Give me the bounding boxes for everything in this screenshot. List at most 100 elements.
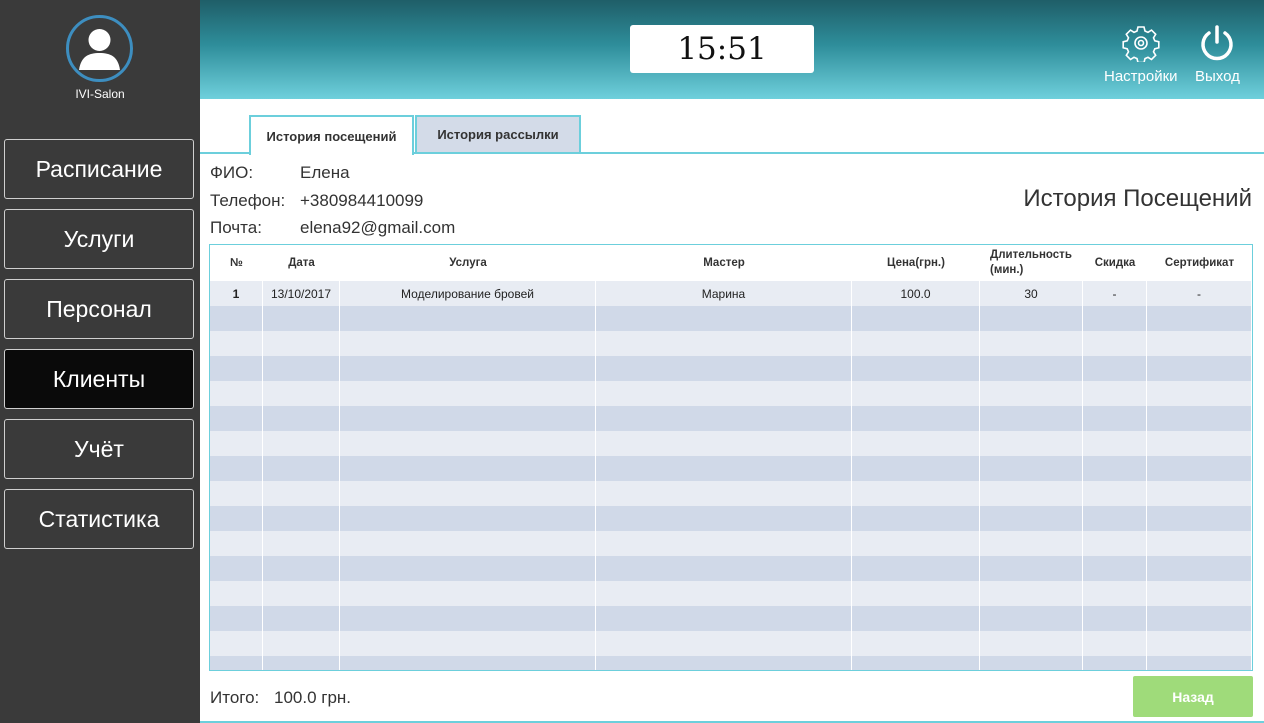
table-cell (1083, 506, 1147, 531)
table-cell: Марина (596, 281, 852, 306)
table-cell (596, 306, 852, 331)
table-row[interactable]: 1 13/10/2017 Моделирование бровей Марина 100… (210, 281, 1252, 306)
table-row[interactable] (210, 331, 1252, 356)
table-cell (852, 581, 980, 606)
table-cell (210, 481, 263, 506)
table-cell (263, 556, 340, 581)
table-cell (1083, 631, 1147, 656)
table-cell (340, 381, 596, 406)
table-cell (852, 381, 980, 406)
table-cell: 100.0 (852, 281, 980, 306)
table-cell (210, 431, 263, 456)
table-cell (980, 306, 1083, 331)
table-cell: 1 (210, 281, 263, 306)
table-cell (1083, 481, 1147, 506)
table-cell (596, 406, 852, 431)
table-cell (1083, 356, 1147, 381)
exit-label: Выход (1195, 68, 1240, 85)
tab-visit-history[interactable]: История посещений (249, 115, 414, 155)
table-cell (1083, 606, 1147, 631)
table-row[interactable] (210, 381, 1252, 406)
table-row[interactable] (210, 506, 1252, 531)
table-cell (596, 556, 852, 581)
table-cell (263, 431, 340, 456)
table-cell (1147, 431, 1252, 456)
table-cell (596, 356, 852, 381)
table-cell (1147, 456, 1252, 481)
table-cell (852, 656, 980, 670)
tab-mailing-history[interactable]: История рассылки (415, 115, 581, 154)
table-cell (1083, 456, 1147, 481)
table-cell (1147, 631, 1252, 656)
col-header-discount: Скидка (1094, 256, 1136, 269)
table-row[interactable] (210, 456, 1252, 481)
total-label: Итого: (210, 688, 260, 707)
table-cell (340, 606, 596, 631)
table-cell (980, 606, 1083, 631)
table-row[interactable] (210, 356, 1252, 381)
table-row[interactable] (210, 531, 1252, 556)
table-cell (1147, 606, 1252, 631)
table-cell: 13/10/2017 (263, 281, 340, 306)
table-cell (1147, 356, 1252, 381)
nav-item-staff[interactable]: Персонал (4, 279, 194, 339)
table-cell (980, 406, 1083, 431)
table-cell (340, 631, 596, 656)
sidebar: IVI-Salon Расписание Услуги Персонал Кли… (0, 0, 200, 723)
table-cell (852, 431, 980, 456)
table-cell (1083, 306, 1147, 331)
table-cell (596, 481, 852, 506)
client-name: Елена (300, 163, 350, 182)
table-cell (1083, 556, 1147, 581)
table-row[interactable] (210, 631, 1252, 656)
table-cell (1147, 506, 1252, 531)
client-phone: +380984410099 (300, 191, 424, 210)
table-cell (263, 506, 340, 531)
back-button[interactable]: Назад (1133, 676, 1253, 717)
table-cell: Моделирование бровей (340, 281, 596, 306)
table-row[interactable] (210, 406, 1252, 431)
table-cell (340, 506, 596, 531)
table-cell (1147, 481, 1252, 506)
table-cell (210, 456, 263, 481)
table-cell (596, 456, 852, 481)
settings-button[interactable]: Настройки (1104, 24, 1178, 85)
table-cell (340, 331, 596, 356)
table-row[interactable] (210, 606, 1252, 631)
table-row[interactable] (210, 581, 1252, 606)
nav-item-statistics[interactable]: Статистика (4, 489, 194, 549)
avatar (66, 15, 133, 82)
table-cell (1147, 381, 1252, 406)
table-cell: - (1147, 281, 1252, 306)
table-cell (1147, 331, 1252, 356)
table-cell (210, 556, 263, 581)
nav-item-services[interactable]: Услуги (4, 209, 194, 269)
table-cell (263, 606, 340, 631)
table-row[interactable] (210, 656, 1252, 670)
table-row[interactable] (210, 431, 1252, 456)
app-name: IVI-Salon (75, 87, 125, 101)
table-cell (596, 656, 852, 670)
table-cell (980, 381, 1083, 406)
table-row[interactable] (210, 556, 1252, 581)
table-cell (596, 581, 852, 606)
table-cell (340, 556, 596, 581)
table-cell (1083, 656, 1147, 670)
nav-item-clients[interactable]: Клиенты (4, 349, 194, 409)
table-cell (263, 531, 340, 556)
client-phone-label: Телефон: (210, 191, 286, 210)
table-cell (980, 331, 1083, 356)
exit-button[interactable]: Выход (1195, 24, 1240, 85)
col-header-duration: Длительность (мин.) (990, 249, 1072, 276)
table-cell (263, 656, 340, 670)
table-row[interactable] (210, 306, 1252, 331)
table-cell (596, 506, 852, 531)
table-row[interactable] (210, 481, 1252, 506)
table-cell (852, 556, 980, 581)
col-header-date: Дата (288, 256, 315, 269)
table-cell (852, 531, 980, 556)
nav-item-schedule[interactable]: Расписание (4, 139, 194, 199)
table-cell (852, 606, 980, 631)
table-body: 1 13/10/2017 Моделирование бровей Марина 100… (210, 281, 1252, 670)
nav-item-accounting[interactable]: Учёт (4, 419, 194, 479)
